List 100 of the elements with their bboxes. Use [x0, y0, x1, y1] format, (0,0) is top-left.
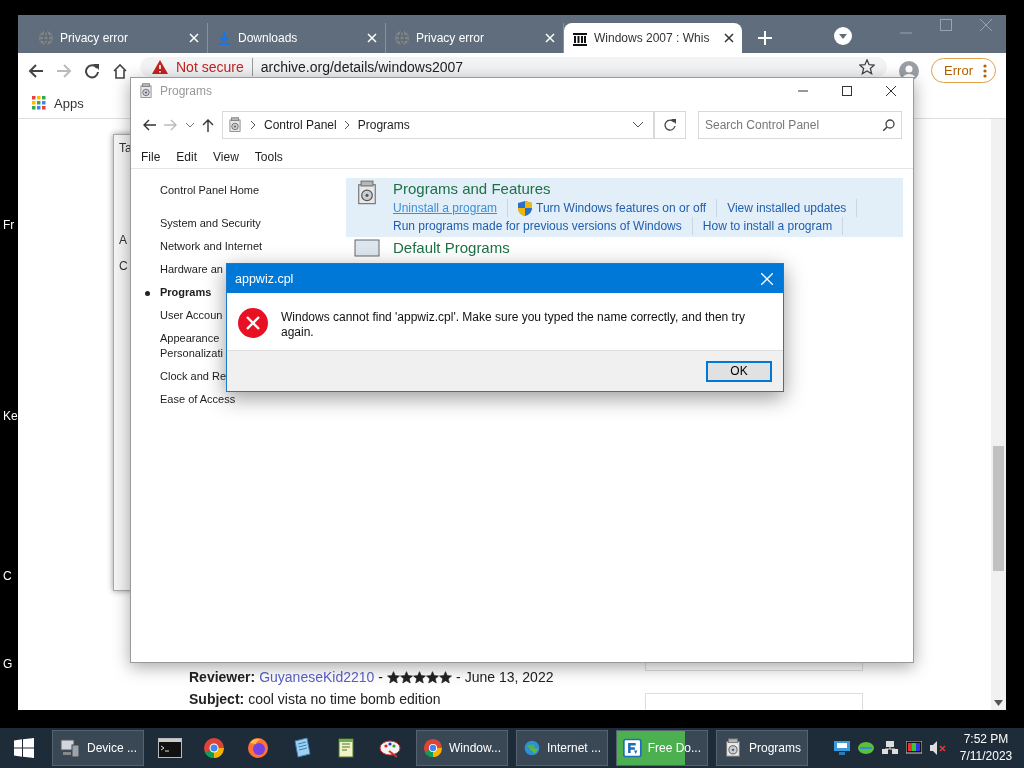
palette-icon: [379, 737, 401, 759]
error-button[interactable]: Error: [931, 58, 996, 83]
category-title[interactable]: Programs and Features: [393, 180, 868, 197]
back-icon[interactable]: [142, 119, 156, 131]
document-icon: [335, 737, 357, 759]
clock-date[interactable]: 7/11/2023: [954, 748, 1018, 765]
task-link[interactable]: How to install a program: [702, 217, 844, 235]
menu-item[interactable]: View: [213, 150, 239, 164]
bookmark-link[interactable]: Apps: [54, 95, 84, 111]
star-icon[interactable]: [859, 59, 876, 75]
desktop-icon-label[interactable]: C: [3, 569, 12, 583]
address-bar[interactable]: Not secure archive.org/details/windows2007: [140, 57, 888, 77]
task-link[interactable]: Turn Windows features on or off: [518, 199, 718, 217]
taskbar-button[interactable]: Internet ...: [516, 730, 608, 766]
menu-item[interactable]: File: [141, 150, 161, 164]
globe-icon: [38, 30, 54, 46]
chevron-icon: [344, 121, 350, 129]
separator-text: -: [378, 668, 384, 687]
apps-grid-icon[interactable]: [32, 96, 46, 110]
nav-link[interactable]: Programs: [145, 285, 212, 300]
breadcrumb-item[interactable]: Control Panel: [264, 118, 337, 132]
desktop-icon-label[interactable]: Ke: [3, 409, 18, 423]
task-link[interactable]: View installed updates: [727, 199, 858, 217]
reload-icon[interactable]: [84, 62, 100, 79]
browser-tab[interactable]: Privacy error: [386, 23, 564, 53]
menu-item[interactable]: Edit: [176, 150, 198, 164]
network-computers-icon[interactable]: [882, 741, 898, 755]
taskbar-button[interactable]: Window...: [416, 730, 508, 766]
ok-button[interactable]: OK: [706, 360, 772, 382]
network-icon[interactable]: [834, 741, 850, 755]
clock-time[interactable]: 7:52 PM: [954, 731, 1018, 748]
search-field[interactable]: Search Control Panel: [698, 111, 902, 139]
desktop-icon-label[interactable]: G: [3, 657, 13, 671]
window-title: Programs: [160, 84, 213, 98]
separator-text: -: [456, 668, 461, 687]
new-tab-icon[interactable]: [758, 31, 772, 45]
window-text: C: [119, 259, 128, 273]
desktop-icon-label[interactable]: Fr: [3, 218, 15, 232]
chevron-icon: [251, 121, 256, 129]
back-icon[interactable]: [28, 62, 44, 79]
nav-link[interactable]: Hardware an: [160, 262, 223, 277]
warning-icon: [152, 60, 168, 74]
windows-start-icon[interactable]: [14, 738, 34, 758]
caret-icon[interactable]: [633, 122, 643, 128]
caret-icon[interactable]: [186, 122, 194, 128]
program-box-icon: [227, 117, 243, 133]
shield-icon: [518, 200, 533, 216]
browser-tab[interactable]: Windows 2007 : Whis: [564, 23, 742, 53]
computer-icon: [59, 737, 81, 759]
review-subject: cool vista no time bomb edition: [248, 690, 441, 709]
up-icon[interactable]: [202, 118, 214, 132]
browser-tab[interactable]: Downloads: [208, 23, 386, 53]
taskbar-button[interactable]: Programs: [716, 730, 808, 766]
taskbar-button[interactable]: Device ...: [52, 730, 144, 766]
nav-link[interactable]: Network and Internet: [160, 239, 263, 254]
breadcrumb-item[interactable]: Programs: [357, 118, 410, 132]
nav-link[interactable]: Control Panel Home: [160, 183, 260, 198]
tab-search-icon[interactable]: [834, 27, 852, 45]
category-panel[interactable]: Programs and Features Uninstall a program Turn Windows features on or off View installed updates Run programs made for previous versions of Windows How to install a program: [346, 178, 903, 237]
subject-label: Subject:: [189, 690, 245, 709]
nav-link[interactable]: User Accoun: [160, 308, 223, 323]
category-panel[interactable]: Default Programs: [346, 237, 903, 263]
home-icon[interactable]: [112, 62, 128, 79]
more-icon: [983, 63, 987, 78]
reviewer-link[interactable]: GuyaneseKid2210: [259, 666, 375, 688]
scroll-down-icon[interactable]: [994, 700, 1003, 706]
scrollbar-thumb[interactable]: [993, 446, 1004, 571]
url-text: archive.org/details/windows2007: [260, 59, 464, 75]
columns-icon: [572, 30, 588, 46]
menu-item[interactable]: Tools: [254, 150, 283, 164]
category-title[interactable]: Default Programs: [393, 239, 510, 256]
security-warning-text: Not secure: [176, 59, 244, 75]
error-icon: [237, 307, 269, 339]
close-icon[interactable]: [886, 86, 896, 96]
maximize-icon[interactable]: [842, 86, 852, 96]
muted-speaker-icon[interactable]: [930, 741, 946, 755]
program-box-icon: [723, 737, 743, 759]
address-field[interactable]: Control Panel Programs: [222, 111, 654, 139]
review-date: June 13, 2022: [464, 668, 554, 687]
task-link[interactable]: Run programs made for previous versions of Windows: [393, 217, 693, 235]
notebook-icon: [291, 737, 313, 759]
download-icon: [216, 30, 232, 46]
download-manager-icon: [623, 737, 642, 759]
refresh-icon: [664, 119, 676, 131]
reviewer-label: Reviewer:: [189, 668, 256, 687]
refresh-button[interactable]: [654, 111, 686, 139]
nav-link[interactable]: Appearance Personalizati: [160, 331, 223, 361]
close-icon[interactable]: [724, 33, 734, 43]
program-box-icon: [138, 83, 154, 99]
search-icon: [883, 119, 895, 131]
window-text: A: [119, 233, 127, 247]
browser-tab[interactable]: Privacy error: [30, 23, 208, 53]
nav-link[interactable]: Clock and Re: [160, 369, 227, 384]
dialog-title: appwiz.cpl: [235, 271, 294, 286]
nav-link[interactable]: System and Security: [160, 216, 261, 231]
nav-link[interactable]: Ease of Access: [160, 392, 236, 407]
terminal-icon: [158, 738, 182, 758]
display-icon[interactable]: [906, 741, 922, 755]
error-message: Windows cannot find 'appwiz.cpl'. Make sure you typed the name correctly, and then try again.: [281, 309, 746, 341]
globe-icon: [394, 30, 410, 46]
